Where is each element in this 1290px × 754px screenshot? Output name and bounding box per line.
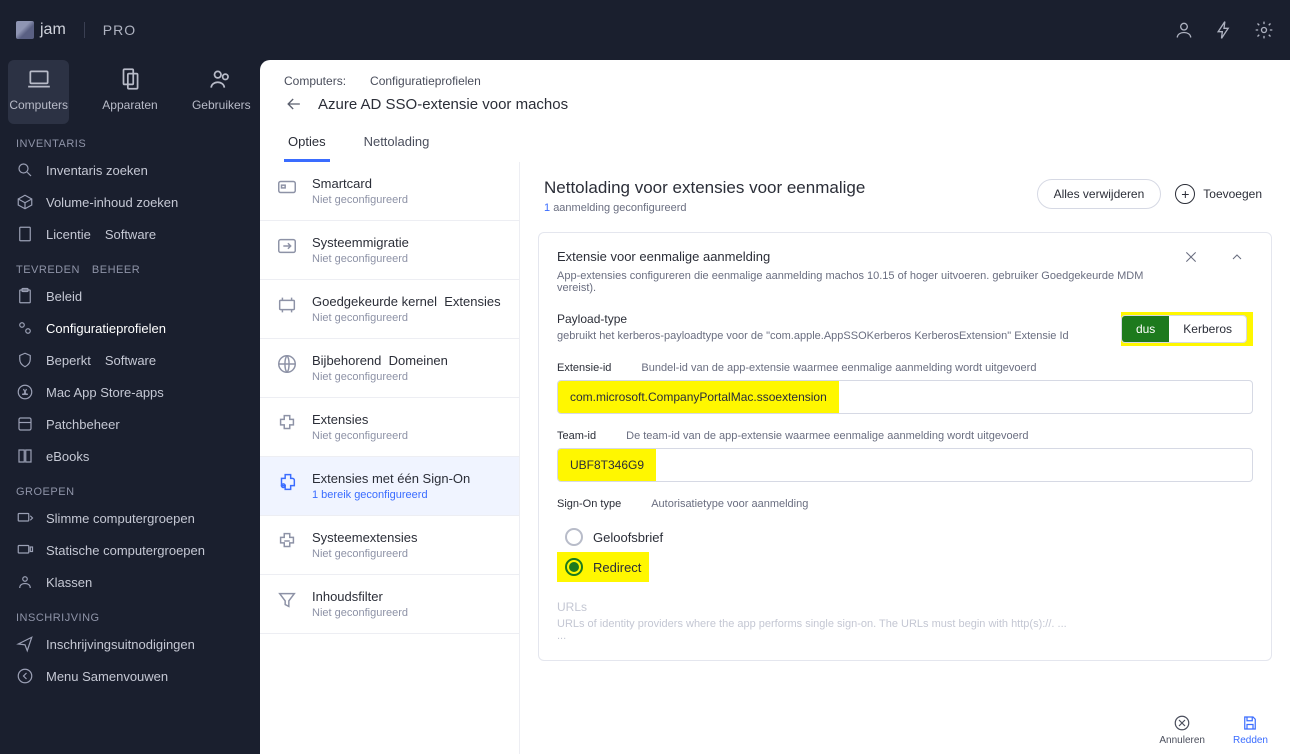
collapse-icon [16,667,34,685]
remove-all-button[interactable]: Alles verwijderen [1037,179,1162,209]
sidebar-restricted-software[interactable]: BeperktSoftware [0,344,260,376]
cogs-icon [16,319,34,337]
sidebar-ebooks[interactable]: eBooks [0,440,260,472]
page-title: Azure AD SSO-extensie voor machos [318,96,568,113]
payload-type-segmented[interactable]: dus Kerberos [1121,315,1247,343]
section-inventory: INVENTARIS [0,124,260,154]
opt-system-migration[interactable]: SysteemmigratieNiet geconfigureerd [260,221,519,280]
gear-icon[interactable] [1254,20,1274,40]
static-group-icon [16,541,34,559]
send-icon [16,635,34,653]
sidebar-static-groups[interactable]: Statische computergroepen [0,534,260,566]
section-groups: GROEPEN [0,472,260,502]
urls-section: URLs URLs of identity providers where th… [557,600,1253,642]
clipboard-icon [16,287,34,305]
back-arrow-icon[interactable] [284,94,304,114]
tab-computers[interactable]: Computers [8,60,69,124]
sidebar-inventory-search[interactable]: Inventaris zoeken [0,154,260,186]
chevron-up-icon[interactable] [1229,249,1245,265]
brand-tier: PRO [84,22,136,38]
card-title: Extensie voor eenmalige aanmelding [557,249,1183,264]
user-icon[interactable] [1174,20,1194,40]
add-payload-button[interactable]: +Toevoegen [1171,178,1266,210]
sysext-icon [276,530,298,552]
plus-icon: + [1175,184,1195,204]
team-id-label: Team-id [557,430,596,442]
laptop-icon [26,66,52,92]
extension-id-hint: Bundel-id van de app-extensie waarmee ee… [641,362,1036,374]
lightning-icon[interactable] [1214,20,1234,40]
opt-system-extensions[interactable]: SysteemextensiesNiet geconfigureerd [260,516,519,575]
team-id-hint: De team-id van de app-extensie waarmee e… [626,430,1028,442]
extension-id-input[interactable]: com.microsoft.CompanyPortalMac.ssoextens… [557,380,1253,414]
sidebar-enroll-invites[interactable]: Inschrijvingsuitnodigingen [0,628,260,660]
radio-icon [565,558,583,576]
search-icon [16,161,34,179]
seg-sso[interactable]: dus [1122,316,1169,342]
sidebar-license-software[interactable]: LicentieSoftware [0,218,260,250]
section-enrollment: INSCHRIJVING [0,598,260,628]
crumb-config-profiles[interactable]: Configuratieprofielen [370,74,481,88]
save-icon [1241,714,1259,732]
opt-associated-domains[interactable]: Bijbehorend DomeinenNiet geconfigureerd [260,339,519,398]
payload-type-label: Payload-type [557,312,1121,326]
appstore-icon [16,383,34,401]
breadcrumb: Computers: Configuratieprofielen [260,60,1290,90]
globe-icon [276,353,298,375]
migration-icon [276,235,298,257]
opt-content-filter[interactable]: InhoudsfilterNiet geconfigureerd [260,575,519,634]
extension-id-label: Extensie-id [557,362,611,374]
sidebar-config-profiles[interactable]: Configuratieprofielen [0,312,260,344]
payload-type-hint: gebruikt het kerberos-payloadtype voor d… [557,326,1077,342]
radio-credential[interactable]: Geloofsbrief [557,522,1253,552]
opt-smartcard[interactable]: SmartcardNiet geconfigureerd [260,162,519,221]
signon-type-label: Sign-On type [557,498,621,510]
brand-name: jam [40,21,66,39]
sidebar-volume-search[interactable]: Volume-inhoud zoeken [0,186,260,218]
cancel-icon [1173,714,1191,732]
tab-devices[interactable]: Apparaten [99,60,160,124]
tab-payload[interactable]: Nettolading [360,124,434,162]
signon-type-hint: Autorisatietype voor aanmelding [651,498,808,510]
save-button[interactable]: Redden [1233,714,1268,746]
payload-subheading: 1 aanmelding geconfigureerd [544,198,1037,214]
radio-icon [565,528,583,546]
tab-options[interactable]: Opties [284,124,330,162]
smartcard-icon [276,176,298,198]
users-icon [208,66,234,92]
team-id-input[interactable]: UBF8T346G9 [557,448,1253,482]
filter-icon [276,589,298,611]
sidebar-classes[interactable]: Klassen [0,566,260,598]
sidebar-collapse-menu[interactable]: Menu Samenvouwen [0,660,260,692]
puzzle-icon [276,412,298,434]
app-logo: jam [16,21,66,39]
kernel-icon [276,294,298,316]
sidebar-policies[interactable]: Beleid [0,280,260,312]
smart-group-icon [16,509,34,527]
opt-extensions[interactable]: ExtensiesNiet geconfigureerd [260,398,519,457]
document-icon [16,225,34,243]
sidebar-mas-apps[interactable]: Mac App Store-apps [0,376,260,408]
radio-redirect[interactable]: Redirect [557,552,649,582]
opt-kernel-extensions[interactable]: Goedgekeurde kernel ExtensiesNiet geconf… [260,280,519,339]
payload-heading: Nettolading voor extensies voor eenmalig… [544,178,1037,198]
shield-icon [16,351,34,369]
cancel-button[interactable]: Annuleren [1159,714,1205,746]
card-description: App-extensies configureren die eenmalige… [557,264,1183,294]
close-icon[interactable] [1183,249,1199,265]
section-content-mgmt: TEVREDENBEHEER [0,250,260,280]
seg-kerberos[interactable]: Kerberos [1169,316,1246,342]
sso-icon [276,471,298,493]
sidebar-patch[interactable]: Patchbeheer [0,408,260,440]
tab-users[interactable]: Gebruikers [191,60,252,124]
crumb-computers[interactable]: Computers: [284,74,346,88]
class-icon [16,573,34,591]
patch-icon [16,415,34,433]
opt-sso-extensions[interactable]: Extensies met één Sign-On1 bereik geconf… [260,457,519,516]
devices-icon [117,66,143,92]
logo-mark-icon [16,21,34,39]
package-icon [16,193,34,211]
book-icon [16,447,34,465]
sidebar-smart-groups[interactable]: Slimme computergroepen [0,502,260,534]
